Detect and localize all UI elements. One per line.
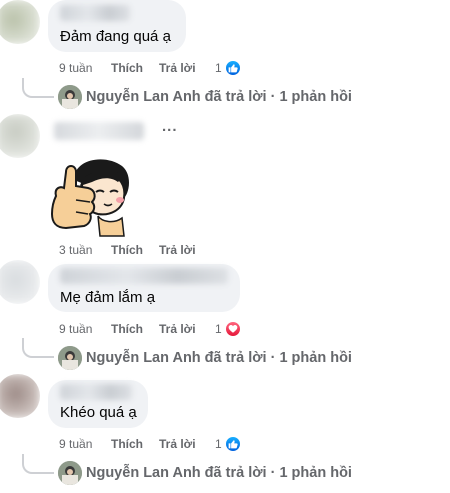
commenter-name-blurred[interactable] bbox=[60, 268, 228, 284]
commenter-avatar[interactable] bbox=[0, 374, 40, 418]
like-reaction-icon[interactable] bbox=[223, 435, 242, 453]
comment-actions: 9 tuần Thích Trả lời 1 bbox=[59, 435, 242, 453]
like-reaction-icon[interactable] bbox=[223, 59, 242, 77]
comment-time[interactable]: 9 tuần bbox=[59, 322, 111, 336]
reply-button[interactable]: Trả lời bbox=[159, 243, 215, 257]
reaction-count[interactable]: 1 bbox=[215, 437, 222, 451]
like-button[interactable]: Thích bbox=[111, 61, 159, 75]
commenter-name-blurred[interactable] bbox=[54, 122, 144, 140]
comment-actions: 9 tuần Thích Trả lời 1 bbox=[59, 59, 242, 77]
view-replies-link[interactable]: Nguyễn Lan Anh đã trả lời · 1 phản hồi bbox=[58, 460, 352, 486]
comment-actions: 3 tuần Thích Trả lời bbox=[59, 242, 215, 258]
more-options-button[interactable]: ... bbox=[162, 118, 178, 135]
thumbs-up-girl-sticker bbox=[44, 152, 134, 240]
comment-text: Đảm đang quá ạ bbox=[60, 28, 171, 45]
reaction-count[interactable]: 1 bbox=[215, 61, 222, 75]
comment-bubble: Khéo quá ạ bbox=[48, 380, 148, 428]
comment-bubble: Đảm đang quá ạ bbox=[48, 0, 186, 52]
replier-avatar bbox=[58, 346, 82, 370]
reaction-count[interactable]: 1 bbox=[215, 322, 222, 336]
replier-avatar bbox=[58, 85, 82, 109]
commenter-avatar[interactable] bbox=[0, 260, 40, 304]
comment-time[interactable]: 9 tuần bbox=[59, 437, 111, 451]
reply-summary: Nguyễn Lan Anh đã trả lời · 1 phản hồi bbox=[86, 350, 352, 366]
reply-summary: Nguyễn Lan Anh đã trả lời · 1 phản hồi bbox=[86, 465, 352, 481]
reply-button[interactable]: Trả lời bbox=[159, 322, 215, 336]
comment-text: Mẹ đảm lắm ạ bbox=[60, 289, 156, 306]
comment-bubble: Mẹ đảm lắm ạ bbox=[48, 264, 240, 312]
reply-button[interactable]: Trả lời bbox=[159, 61, 215, 75]
comment-text: Khéo quá ạ bbox=[60, 404, 137, 421]
reply-summary: Nguyễn Lan Anh đã trả lời · 1 phản hồi bbox=[86, 89, 352, 105]
commenter-avatar[interactable] bbox=[0, 114, 40, 158]
commenter-name-blurred[interactable] bbox=[60, 384, 132, 400]
love-reaction-icon[interactable] bbox=[223, 320, 242, 338]
like-button[interactable]: Thích bbox=[111, 243, 159, 257]
replier-avatar bbox=[58, 461, 82, 485]
reply-button[interactable]: Trả lời bbox=[159, 437, 215, 451]
commenter-name-blurred[interactable] bbox=[60, 5, 130, 21]
comment-time[interactable]: 3 tuần bbox=[59, 243, 111, 257]
reply-thread-connector bbox=[22, 338, 54, 358]
comment-actions: 9 tuần Thích Trả lời 1 bbox=[59, 320, 242, 338]
view-replies-link[interactable]: Nguyễn Lan Anh đã trả lời · 1 phản hồi bbox=[58, 84, 352, 110]
like-button[interactable]: Thích bbox=[111, 437, 159, 451]
commenter-avatar[interactable] bbox=[0, 0, 40, 44]
like-button[interactable]: Thích bbox=[111, 322, 159, 336]
reply-thread-connector bbox=[22, 454, 54, 474]
view-replies-link[interactable]: Nguyễn Lan Anh đã trả lời · 1 phản hồi bbox=[58, 345, 352, 371]
reply-thread-connector bbox=[22, 78, 54, 98]
comment-time[interactable]: 9 tuần bbox=[59, 61, 111, 75]
